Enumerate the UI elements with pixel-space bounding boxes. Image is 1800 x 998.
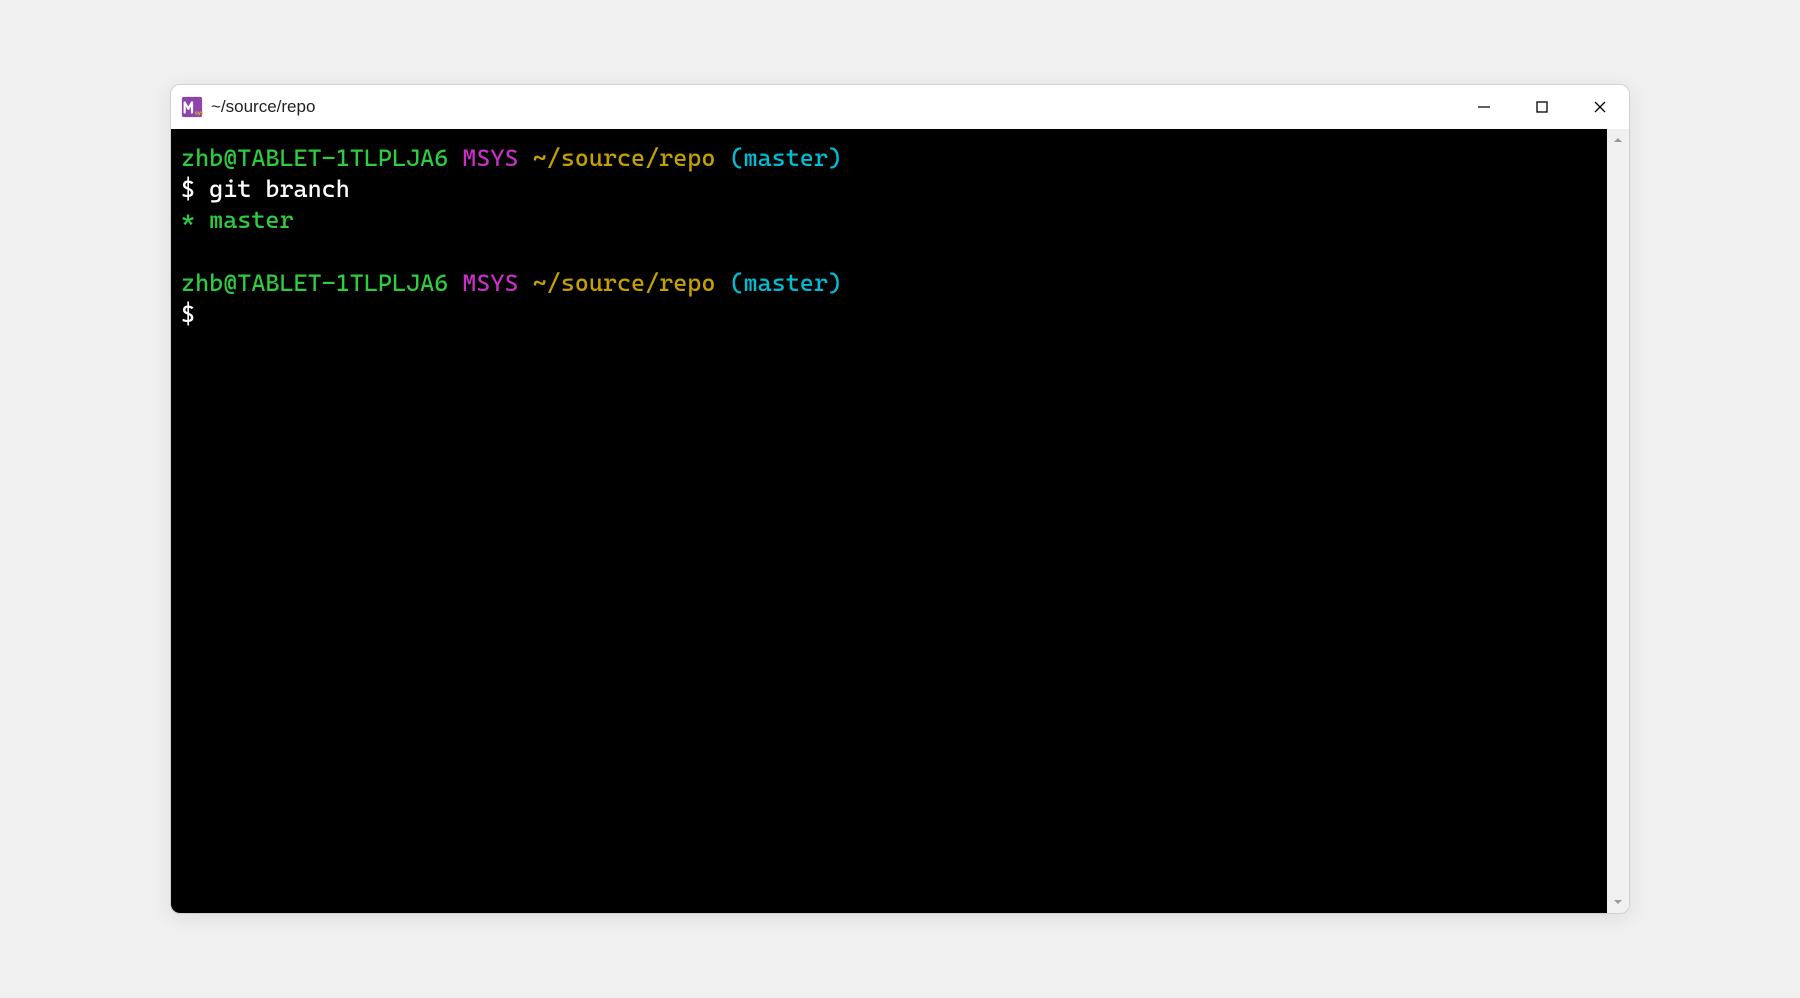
scroll-down-icon[interactable] <box>1611 895 1625 909</box>
prompt-symbol: $ <box>181 175 209 203</box>
prompt-symbol: $ <box>181 300 195 328</box>
window-title: ~/source/repo <box>211 97 1455 117</box>
prompt-user-host: zhb@TABLET-1TLPLJA6 <box>181 269 448 297</box>
close-button[interactable] <box>1571 85 1629 129</box>
prompt-sys: MSYS <box>462 144 518 172</box>
titlebar: sys ~/source/repo <box>171 85 1629 129</box>
window-controls <box>1455 85 1629 129</box>
scroll-up-icon[interactable] <box>1611 133 1625 147</box>
prompt-path: ~/source/repo <box>533 144 716 172</box>
prompt-user-host: zhb@TABLET-1TLPLJA6 <box>181 144 448 172</box>
prompt-branch: (master) <box>729 144 842 172</box>
terminal-window: sys ~/source/repo zhb@TABLET-1TLPLJA6 MS… <box>170 84 1630 914</box>
prompt-sys: MSYS <box>462 269 518 297</box>
prompt-branch: (master) <box>729 269 842 297</box>
maximize-button[interactable] <box>1513 85 1571 129</box>
msys-app-icon: sys <box>181 96 203 118</box>
content-area: zhb@TABLET-1TLPLJA6 MSYS ~/source/repo (… <box>171 129 1629 913</box>
branch-marker: * <box>181 206 209 234</box>
prompt-path: ~/source/repo <box>533 269 716 297</box>
svg-text:sys: sys <box>195 110 203 116</box>
terminal-output[interactable]: zhb@TABLET-1TLPLJA6 MSYS ~/source/repo (… <box>171 129 1607 913</box>
branch-name: master <box>209 206 293 234</box>
scrollbar[interactable] <box>1607 129 1629 913</box>
command-text: git branch <box>209 175 350 203</box>
minimize-button[interactable] <box>1455 85 1513 129</box>
